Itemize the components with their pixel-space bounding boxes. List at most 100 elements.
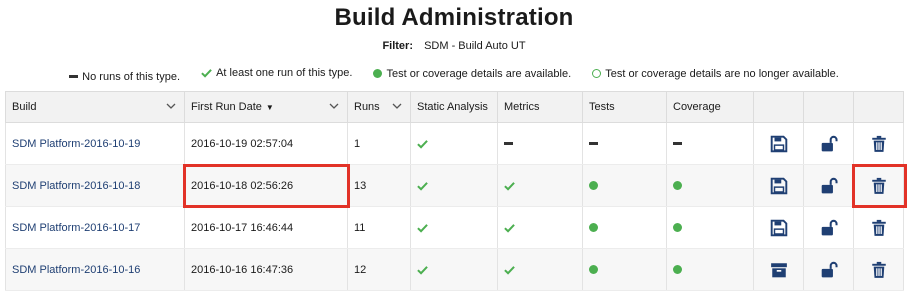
delete-cell xyxy=(853,248,904,291)
table-row: SDM Platform-2016-10-17 2016-10-17 16:46:… xyxy=(5,206,904,249)
checkmark-icon xyxy=(417,223,428,233)
unlocked-padlock-icon[interactable] xyxy=(820,219,838,235)
legend-label: No runs of this type. xyxy=(82,70,180,83)
filled-dot-icon[interactable] xyxy=(589,265,598,275)
save-cell xyxy=(753,248,804,291)
column-label: Coverage xyxy=(673,101,721,113)
filled-dot-icon xyxy=(373,69,383,78)
build-name-link[interactable]: SDM Platform-2016-10-17 xyxy=(5,206,185,249)
metrics-cell xyxy=(497,122,583,165)
first-run-date-cell: 2016-10-19 02:57:04 xyxy=(184,122,348,165)
table-row: SDM Platform-2016-10-18 2016-10-18 02:56:… xyxy=(5,164,904,207)
dash-icon xyxy=(589,142,598,146)
build-name-link[interactable]: SDM Platform-2016-10-16 xyxy=(5,248,185,291)
column-header-runs[interactable]: Runs xyxy=(347,91,411,123)
tests-cell xyxy=(582,206,667,249)
floppy-disk-icon[interactable] xyxy=(770,135,788,152)
column-header-save xyxy=(753,91,804,123)
filled-dot-icon[interactable] xyxy=(673,223,682,233)
checkmark-icon xyxy=(417,265,428,275)
legend-item-at-least-one: At least one run of this type. xyxy=(201,67,352,79)
coverage-cell xyxy=(666,248,754,291)
table-header-row: Build First Run Date ▼ Runs Static Analys… xyxy=(5,91,904,123)
filter-value: SDM - Build Auto UT xyxy=(424,40,526,52)
filled-dot-icon[interactable] xyxy=(673,181,682,191)
checkmark-icon xyxy=(504,181,515,191)
filled-dot-icon[interactable] xyxy=(589,181,598,191)
filled-dot-icon[interactable] xyxy=(589,223,598,233)
metrics-cell xyxy=(497,248,583,291)
trash-can-icon[interactable] xyxy=(870,219,888,236)
column-header-build[interactable]: Build xyxy=(5,91,185,123)
lock-cell xyxy=(803,164,854,207)
legend-label: At least one run of this type. xyxy=(216,67,353,79)
delete-cell xyxy=(853,122,904,165)
legend-item-no-runs: No runs of this type. xyxy=(69,71,180,83)
lock-cell xyxy=(803,206,854,249)
build-name-link[interactable]: SDM Platform-2016-10-18 xyxy=(5,164,185,207)
delete-cell xyxy=(853,206,904,249)
hollow-dot-icon xyxy=(592,69,602,78)
column-header-metrics: Metrics xyxy=(497,91,583,123)
save-cell xyxy=(753,206,804,249)
unlocked-padlock-icon[interactable] xyxy=(820,261,838,277)
tests-cell xyxy=(582,164,667,207)
column-header-lock xyxy=(803,91,854,123)
table-row: SDM Platform-2016-10-19 2016-10-19 02:57:… xyxy=(5,122,904,165)
column-label: Metrics xyxy=(504,101,540,113)
runs-count-cell: 1 xyxy=(347,122,411,165)
table-row: SDM Platform-2016-10-16 2016-10-16 16:47:… xyxy=(5,248,904,291)
column-header-first-run-date[interactable]: First Run Date ▼ xyxy=(184,91,348,123)
chevron-down-icon[interactable] xyxy=(166,101,176,111)
column-header-coverage: Coverage xyxy=(666,91,754,123)
unlocked-padlock-icon[interactable] xyxy=(820,135,838,151)
dash-icon xyxy=(69,75,79,78)
page-title: Build Administration xyxy=(334,4,574,31)
save-cell xyxy=(753,164,804,207)
coverage-cell xyxy=(666,164,754,207)
tests-cell xyxy=(582,248,667,291)
legend-item-details-available: Test or coverage details are available. xyxy=(373,68,571,80)
trash-can-icon[interactable] xyxy=(870,261,888,278)
trash-can-icon[interactable] xyxy=(870,135,888,152)
column-label: Static Analysis xyxy=(417,101,488,113)
floppy-disk-icon[interactable] xyxy=(770,219,788,236)
static-analysis-cell xyxy=(410,122,498,165)
tests-cell xyxy=(582,122,667,165)
chevron-down-icon[interactable] xyxy=(392,101,402,111)
column-header-static-analysis: Static Analysis xyxy=(410,91,498,123)
checkmark-icon xyxy=(417,139,428,149)
column-label: First Run Date xyxy=(191,101,262,113)
legend-item-details-unavailable: Test or coverage details are no longer a… xyxy=(592,68,839,80)
floppy-disk-icon[interactable] xyxy=(770,177,788,194)
legend-label: Test or coverage details are available. xyxy=(386,67,572,80)
runs-count-cell: 11 xyxy=(347,206,411,249)
metrics-cell xyxy=(497,164,583,207)
static-analysis-cell xyxy=(410,164,498,207)
static-analysis-cell xyxy=(410,206,498,249)
first-run-date-cell: 2016-10-16 16:47:36 xyxy=(184,248,348,291)
sort-descending-icon[interactable]: ▼ xyxy=(266,103,274,112)
legend: No runs of this type. At least one run o… xyxy=(0,67,908,83)
lock-cell xyxy=(803,122,854,165)
legend-label: Test or coverage details are no longer a… xyxy=(605,67,839,80)
filled-dot-icon[interactable] xyxy=(673,265,682,275)
runs-count-cell: 12 xyxy=(347,248,411,291)
checkmark-icon xyxy=(201,69,212,78)
builds-table: Build First Run Date ▼ Runs Static Analys… xyxy=(5,91,904,291)
coverage-cell xyxy=(666,122,754,165)
highlight-box-first-run-date xyxy=(183,164,350,208)
unlocked-padlock-icon[interactable] xyxy=(820,177,838,193)
archive-box-icon[interactable] xyxy=(770,262,788,277)
static-analysis-cell xyxy=(410,248,498,291)
runs-count-cell: 13 xyxy=(347,164,411,207)
lock-cell xyxy=(803,248,854,291)
checkmark-icon xyxy=(504,265,515,275)
first-run-date-cell: 2016-10-17 16:46:44 xyxy=(184,206,348,249)
coverage-cell xyxy=(666,206,754,249)
highlight-box-delete xyxy=(852,164,907,208)
dash-icon xyxy=(504,142,513,146)
chevron-down-icon[interactable] xyxy=(329,101,339,111)
build-name-link[interactable]: SDM Platform-2016-10-19 xyxy=(5,122,185,165)
filter-line: Filter: SDM - Build Auto UT xyxy=(0,40,908,52)
